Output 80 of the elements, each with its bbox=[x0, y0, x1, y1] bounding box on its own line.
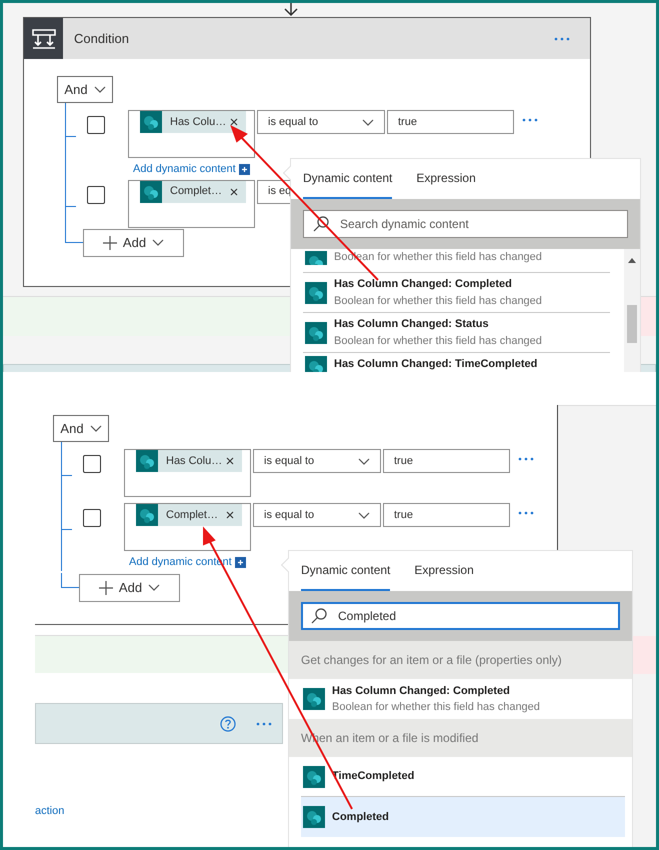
sharepoint-icon bbox=[136, 450, 158, 472]
chevron-icon bbox=[90, 425, 102, 432]
sharepoint-icon bbox=[140, 180, 162, 202]
item-title: Has Column Changed: Completed bbox=[332, 684, 511, 698]
token-label: Complet… bbox=[165, 508, 219, 523]
operator-dropdown[interactable]: is equal to bbox=[253, 449, 381, 473]
add-dynamic-content-link[interactable]: Add dynamic content bbox=[133, 161, 236, 178]
sharepoint-icon bbox=[140, 111, 162, 133]
and-dropdown[interactable]: And bbox=[53, 415, 109, 442]
remove-icon[interactable] bbox=[226, 511, 234, 519]
add-action-link[interactable]: action bbox=[35, 803, 64, 820]
value-field[interactable]: true bbox=[383, 503, 510, 527]
condition-icon bbox=[30, 28, 56, 50]
sharepoint-icon bbox=[303, 806, 325, 828]
chevron-icon bbox=[94, 86, 106, 93]
help-icon[interactable] bbox=[220, 716, 236, 732]
search-field[interactable]: Completed bbox=[301, 602, 620, 630]
popup-tab[interactable]: Expression bbox=[416, 159, 476, 199]
and-dropdown[interactable]: And bbox=[57, 76, 113, 103]
sharepoint-icon bbox=[305, 322, 327, 344]
dynamic-content-item[interactable]: Completed bbox=[301, 797, 625, 837]
sharepoint-icon bbox=[305, 251, 327, 265]
row-checkbox[interactable] bbox=[83, 455, 101, 473]
row-checkbox[interactable] bbox=[83, 509, 101, 527]
token-field[interactable]: Has Colu… bbox=[128, 110, 255, 158]
chevron-icon bbox=[152, 239, 164, 246]
token-label: Complet… bbox=[169, 184, 223, 200]
dynamic-content-item[interactable]: Has Column Changed: Completed Boolean for whether this field has changed bbox=[303, 273, 610, 313]
add-button[interactable]: Add bbox=[79, 574, 180, 602]
more-options-icon[interactable] bbox=[554, 36, 570, 40]
token-field[interactable]: Complet… bbox=[124, 503, 251, 551]
more-options-icon[interactable] bbox=[518, 511, 534, 515]
group-heading: Get changes for an item or a file (properties only) bbox=[289, 641, 632, 679]
search-icon bbox=[311, 608, 327, 624]
token-label: Has Colu… bbox=[169, 114, 228, 130]
plus-icon[interactable] bbox=[234, 556, 246, 568]
item-title: Has Column Changed: TimeCompleted bbox=[334, 357, 538, 372]
dynamic-content-item[interactable]: Has Column Changed: Status Boolean for whether this field has changed bbox=[303, 313, 610, 353]
row-checkbox[interactable] bbox=[87, 186, 105, 204]
more-options-icon[interactable] bbox=[522, 118, 538, 122]
card-title: Condition bbox=[74, 30, 129, 48]
sharepoint-icon bbox=[303, 766, 325, 788]
chevron-icon bbox=[358, 458, 370, 464]
scroll-up-icon[interactable] bbox=[628, 257, 636, 263]
more-options-icon[interactable] bbox=[256, 722, 272, 726]
add-button[interactable]: Add bbox=[83, 228, 184, 256]
more-options-icon[interactable] bbox=[518, 457, 534, 461]
sharepoint-icon bbox=[303, 688, 325, 710]
popup-tab[interactable]: Expression bbox=[414, 551, 474, 591]
item-description: Boolean for whether this field has changed bbox=[334, 294, 542, 308]
sharepoint-icon bbox=[305, 356, 327, 372]
dynamic-content-item[interactable]: Has Column Changed: Completed Boolean for whether this field has changed bbox=[301, 679, 625, 719]
plus-icon[interactable] bbox=[238, 164, 250, 175]
down-arrow-icon bbox=[284, 3, 298, 17]
token-label: Has Colu… bbox=[165, 454, 224, 469]
remove-icon[interactable] bbox=[226, 457, 234, 465]
item-title: Completed bbox=[332, 810, 389, 825]
plus-icon bbox=[98, 580, 113, 594]
scrollbar-thumb[interactable] bbox=[627, 305, 637, 343]
row-checkbox[interactable] bbox=[87, 116, 105, 134]
chevron-icon bbox=[362, 118, 374, 126]
sharepoint-icon bbox=[136, 504, 158, 526]
value-field[interactable]: true bbox=[383, 449, 510, 473]
plus-icon bbox=[102, 236, 117, 250]
token-field[interactable]: Complet… bbox=[128, 180, 255, 228]
item-title: Has Column Changed: Status bbox=[334, 317, 490, 332]
search-icon bbox=[313, 216, 329, 232]
chevron-icon bbox=[358, 512, 370, 518]
chevron-icon bbox=[148, 584, 160, 591]
remove-icon[interactable] bbox=[230, 188, 238, 196]
item-description: Boolean for whether this field has changed bbox=[334, 334, 542, 348]
item-title: Has Column Changed: Completed bbox=[334, 277, 513, 292]
operator-dropdown[interactable]: is equal to bbox=[253, 503, 381, 527]
token-field[interactable]: Has Colu… bbox=[124, 449, 251, 497]
value-field[interactable]: true bbox=[387, 110, 514, 134]
item-description: Boolean for whether this field has changed bbox=[332, 700, 540, 715]
search-field[interactable]: Search dynamic content bbox=[303, 210, 628, 238]
operator-dropdown[interactable]: is equal to bbox=[257, 110, 385, 134]
sharepoint-icon bbox=[305, 282, 327, 304]
remove-icon[interactable] bbox=[230, 118, 238, 126]
